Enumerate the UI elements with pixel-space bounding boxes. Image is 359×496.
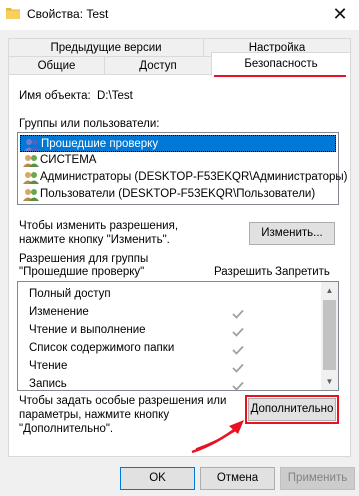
users-group-icon — [24, 139, 40, 151]
scroll-down-icon[interactable]: ▼ — [321, 373, 338, 390]
permission-row-read-execute: Чтение и выполнение — [29, 324, 146, 336]
user-label: Администраторы (DESKTOP-F53EKQR\Админист… — [40, 171, 348, 183]
tab-security[interactable]: Безопасность — [211, 52, 351, 76]
permission-row-modify: Изменение — [29, 306, 89, 318]
annotation-arrow-icon — [191, 420, 244, 454]
users-group-icon — [23, 189, 39, 201]
apply-button[interactable]: Применить — [280, 467, 355, 490]
list-item-system[interactable]: СИСТЕМА — [20, 152, 336, 169]
object-name-value: D:\Test — [97, 90, 133, 102]
list-item-authenticated-users[interactable]: Прошедшие проверку — [20, 135, 336, 152]
advanced-hint-line2: параметры, нажмите кнопку — [19, 409, 170, 421]
permission-row-read: Чтение — [29, 360, 68, 372]
advanced-hint-line3: "Дополнительно". — [19, 423, 114, 435]
advanced-button[interactable]: Дополнительно — [245, 395, 339, 424]
tab-highlight-underline — [214, 75, 346, 77]
user-label: Пользователи (DESKTOP-F53EKQR\Пользовате… — [40, 188, 316, 200]
permission-row-full-control: Полный доступ — [29, 288, 111, 300]
edit-button[interactable]: Изменить... — [249, 222, 335, 245]
ok-button[interactable]: OK — [120, 467, 195, 490]
list-item-administrators[interactable]: Администраторы (DESKTOP-F53EKQR\Админист… — [20, 169, 348, 186]
list-item-users[interactable]: Пользователи (DESKTOP-F53EKQR\Пользовате… — [20, 186, 336, 203]
scroll-thumb[interactable] — [323, 300, 336, 370]
folder-icon — [6, 8, 20, 19]
permission-row-write: Запись — [29, 378, 67, 390]
user-label: Прошедшие проверку — [41, 138, 159, 150]
permission-row-list-folder: Список содержимого папки — [29, 342, 175, 354]
scroll-up-icon[interactable]: ▲ — [321, 282, 338, 299]
change-hint-line1: Чтобы изменить разрешения, — [19, 220, 179, 232]
allow-check-icon — [232, 309, 244, 319]
close-button[interactable]: ✕ — [322, 0, 358, 30]
allow-check-icon — [232, 363, 244, 373]
title-bar[interactable]: Свойства: Test ✕ — [0, 0, 359, 30]
permissions-label-line2: "Прошедшие проверку" — [19, 266, 145, 278]
tab-general[interactable]: Общие — [8, 56, 105, 76]
cancel-button[interactable]: Отмена — [200, 467, 275, 490]
permissions-scrollbar[interactable]: ▲ ▼ — [321, 282, 338, 390]
users-group-icon — [23, 155, 39, 167]
user-label: СИСТЕМА — [40, 154, 97, 166]
window-title: Свойства: Test — [27, 7, 109, 21]
advanced-hint-line1: Чтобы задать особые разрешения или — [19, 395, 227, 407]
permissions-list[interactable]: Полный доступ Изменение Чтение и выполне… — [17, 281, 339, 391]
permissions-label-line1: Разрешения для группы — [19, 253, 149, 265]
tab-previous-versions[interactable]: Предыдущие версии — [8, 38, 204, 58]
users-listbox[interactable]: Прошедшие проверку СИСТЕМА Администратор… — [17, 132, 348, 205]
change-hint-line2: нажмите кнопку "Изменить". — [19, 234, 170, 246]
object-name-label: Имя объекта: — [19, 90, 91, 102]
groups-label: Группы или пользователи: — [19, 118, 160, 130]
tab-sharing[interactable]: Доступ — [104, 56, 212, 76]
deny-column-header: Запретить — [275, 266, 330, 278]
allow-column-header: Разрешить — [214, 266, 273, 278]
allow-check-icon — [232, 381, 244, 390]
users-group-icon — [23, 172, 39, 184]
allow-check-icon — [232, 327, 244, 337]
allow-check-icon — [232, 345, 244, 355]
